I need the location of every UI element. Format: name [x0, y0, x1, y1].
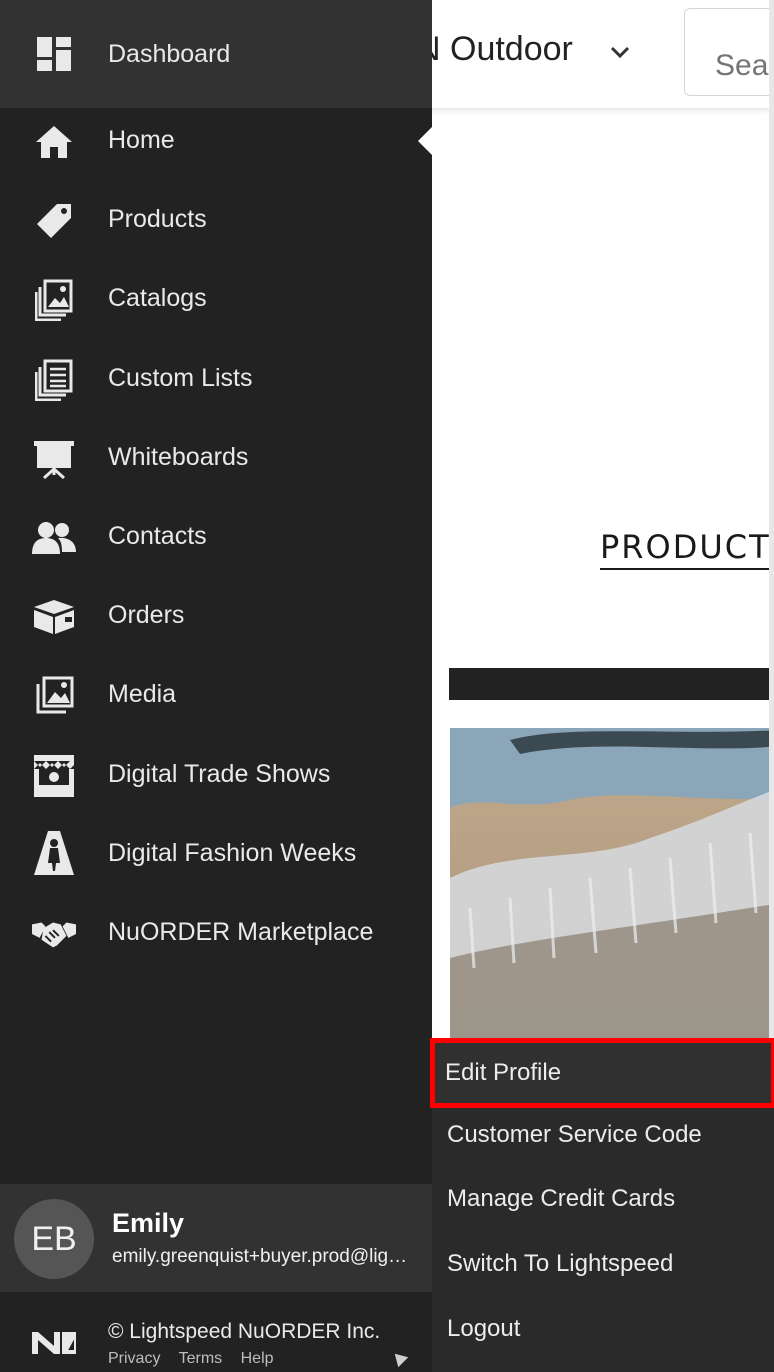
logout-menu-item[interactable]: Logout	[432, 1297, 774, 1361]
sidebar-item-label: Digital Fashion Weeks	[108, 839, 357, 867]
products-heading-link[interactable]: PRODUCT	[600, 528, 771, 570]
sidebar-item-nuorder-marketplace[interactable]: NuORDER Marketplace	[0, 894, 432, 973]
user-menu: Edit Profile Customer Service Code Manag…	[430, 1038, 774, 1372]
nuorder-logo-icon	[32, 1332, 76, 1354]
menu-item-label: Logout	[447, 1315, 521, 1342]
help-link[interactable]: Help	[241, 1350, 274, 1367]
customer-service-code-menu-item[interactable]: Customer Service Code	[432, 1103, 774, 1167]
sidebar-item-custom-lists[interactable]: Custom Lists	[0, 340, 432, 419]
user-email: emily.greenquist+buyer.prod@lightspeedhq…	[112, 1246, 414, 1267]
sidebar-item-label: Custom Lists	[108, 364, 253, 392]
edit-profile-menu-item[interactable]: Edit Profile	[430, 1038, 774, 1108]
sidebar-item-products[interactable]: Products	[0, 181, 432, 260]
sidebar-item-catalogs[interactable]: Catalogs	[0, 260, 432, 339]
list-icon	[32, 358, 76, 402]
active-pointer	[418, 127, 432, 155]
sidebar-item-label: Products	[108, 205, 207, 233]
sidebar: Dashboard Home Products Catalogs Custom …	[0, 0, 432, 1372]
sidebar-item-label: Digital Trade Shows	[108, 760, 331, 788]
footer-links: Privacy Terms Help	[108, 1350, 288, 1368]
runway-icon	[32, 831, 76, 875]
sidebar-item-home[interactable]: Home	[0, 102, 432, 181]
sidebar-item-digital-fashion-weeks[interactable]: Digital Fashion Weeks	[0, 815, 432, 894]
sidebar-item-label: Orders	[108, 601, 185, 629]
terms-link[interactable]: Terms	[179, 1350, 223, 1367]
tag-icon	[32, 199, 76, 243]
sidebar-item-orders[interactable]: Orders	[0, 577, 432, 656]
booth-icon	[32, 754, 76, 798]
menu-item-label: Switch To Lightspeed	[447, 1250, 674, 1277]
menu-item-label: Edit Profile	[445, 1059, 562, 1086]
avatar: EB	[14, 1199, 94, 1279]
menu-item-label: Manage Credit Cards	[447, 1185, 676, 1212]
switch-to-lightspeed-menu-item[interactable]: Switch To Lightspeed	[432, 1232, 774, 1296]
sidebar-item-digital-trade-shows[interactable]: Digital Trade Shows	[0, 736, 432, 815]
copyright-text: © Lightspeed NuORDER Inc.	[108, 1320, 381, 1343]
sidebar-item-label: Catalogs	[108, 284, 207, 312]
box-icon	[32, 595, 76, 639]
catalog-icon	[32, 278, 76, 322]
contacts-icon	[32, 516, 76, 560]
manage-credit-cards-menu-item[interactable]: Manage Credit Cards	[432, 1167, 774, 1231]
search-input[interactable]	[684, 8, 774, 96]
handshake-icon	[32, 912, 76, 956]
collapse-arrow-icon[interactable]	[389, 1348, 409, 1368]
menu-item-label: Customer Service Code	[447, 1121, 702, 1148]
sidebar-item-label: Media	[108, 680, 177, 708]
section-banner	[449, 668, 774, 700]
dashboard-icon	[32, 32, 76, 76]
brand-selector[interactable]: N Outdoor	[416, 30, 573, 69]
sidebar-item-media[interactable]: Media	[0, 656, 432, 735]
sidebar-item-contacts[interactable]: Contacts	[0, 498, 432, 577]
sidebar-item-label: NuORDER Marketplace	[108, 918, 374, 946]
hero-image[interactable]	[450, 728, 774, 1038]
sidebar-item-label: Dashboard	[108, 40, 231, 68]
user-profile-toggle[interactable]: EB Emily emily.greenquist+buyer.prod@lig…	[0, 1184, 432, 1292]
whiteboard-icon	[32, 437, 76, 481]
sidebar-item-whiteboards[interactable]: Whiteboards	[0, 419, 432, 498]
home-icon	[32, 120, 76, 164]
user-name: Emily	[112, 1208, 185, 1238]
privacy-link[interactable]: Privacy	[108, 1350, 160, 1367]
sidebar-item-label: Contacts	[108, 522, 207, 550]
chevron-down-icon[interactable]	[608, 40, 632, 64]
media-icon	[32, 674, 76, 718]
sidebar-item-label: Home	[108, 126, 175, 154]
sidebar-item-dashboard[interactable]: Dashboard	[0, 0, 432, 108]
sidebar-item-label: Whiteboards	[108, 443, 249, 471]
